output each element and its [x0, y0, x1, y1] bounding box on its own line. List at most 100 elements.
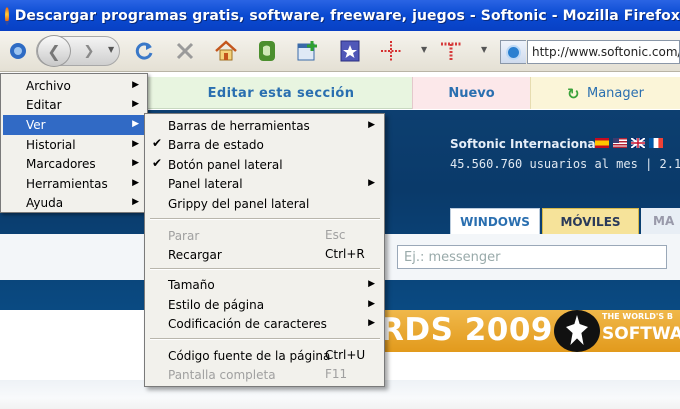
uk-flag-icon[interactable]	[631, 138, 645, 148]
refresh-arrows-icon: ↻	[567, 85, 580, 103]
submenu-arrow-icon: ▶	[132, 80, 139, 90]
menu-item-label: Ayuda	[26, 196, 64, 210]
nuevo-link[interactable]: Nuevo	[412, 77, 530, 109]
awards-tagline: THE WORLD'S B	[602, 312, 674, 321]
submenu-item-sidebar-button[interactable]: ✔ Botón panel lateral	[147, 155, 383, 174]
home-button[interactable]	[212, 37, 240, 65]
ver-submenu: Barras de herramientas ▶ ✔ Barra de estado…	[144, 113, 385, 387]
bookmark-star-icon	[340, 40, 360, 62]
submenu-item-page-style[interactable]: Estilo de página ▶	[147, 295, 383, 314]
menu-item-label: Archivo	[26, 79, 71, 93]
grid-dropdown-icon[interactable]: ▼	[421, 45, 427, 54]
manager-link[interactable]: ↻ Manager	[530, 77, 680, 109]
submenu-item-size[interactable]: Tamaño ▶	[147, 275, 383, 294]
evernote-icon	[259, 41, 275, 61]
spain-flag-icon[interactable]	[595, 138, 609, 148]
checkmark-icon: ✔	[152, 156, 163, 170]
t-letter-button[interactable]	[437, 37, 465, 65]
submenu-item-grippy[interactable]: Grippy del panel lateral	[147, 194, 383, 213]
menu-item-marcadores[interactable]: Marcadores ▶	[3, 154, 146, 174]
bottom-shadow	[0, 398, 680, 409]
menu-item-label: Editar	[26, 98, 62, 112]
menu-item-label: Ver	[26, 118, 46, 132]
submenu-arrow-icon: ▶	[132, 139, 139, 149]
intl-label: Softonic Internacional	[450, 137, 600, 151]
submenu-item-toolbars[interactable]: Barras de herramientas ▶	[147, 116, 383, 135]
shortcut-label: Ctrl+R	[325, 247, 365, 261]
submenu-item-sidebar[interactable]: Panel lateral ▶	[147, 174, 383, 193]
menu-item-herramientas[interactable]: Herramientas ▶	[3, 174, 146, 194]
url-bar[interactable]: http://www.softonic.com/	[527, 40, 680, 64]
menu-item-editar[interactable]: Editar ▶	[3, 95, 146, 115]
window-title: Descargar programas gratis, software, fr…	[14, 7, 680, 24]
menu-item-label: Historial	[26, 138, 76, 152]
site-identity-icon	[506, 44, 521, 60]
awards-banner[interactable]: RDS 2009 THE WORLD'S B SOFTWAR	[380, 310, 680, 352]
submenu-item-label: Botón panel lateral	[168, 157, 283, 172]
submenu-item-label: Barra de estado	[168, 137, 264, 152]
submenu-arrow-icon: ▶	[368, 279, 375, 289]
site-identity-button[interactable]	[500, 40, 526, 64]
home-icon	[215, 40, 237, 61]
t-letter-icon	[441, 42, 461, 60]
submenu-item-label: Barras de herramientas	[168, 118, 310, 133]
bookmark-star-button[interactable]	[336, 37, 364, 65]
submenu-arrow-icon: ▶	[368, 120, 375, 130]
grid-cross-icon	[381, 41, 401, 61]
awards-text: RDS 2009	[380, 312, 554, 348]
shortcut-label: Ctrl+U	[325, 348, 366, 362]
search-input[interactable]: Ej.: messenger	[397, 245, 667, 269]
forward-icon: ❯	[83, 43, 95, 59]
history-dropdown-icon[interactable]: ▼	[108, 45, 114, 54]
add-bookmark-button[interactable]	[294, 37, 322, 65]
edit-section-link[interactable]: Editar esta sección	[150, 77, 412, 109]
platform-tabs: WINDOWS MÓVILES MA	[450, 208, 680, 234]
submenu-arrow-icon: ▶	[132, 197, 139, 207]
menu-separator	[150, 218, 380, 220]
submenu-item-label: Grippy del panel lateral	[168, 196, 310, 211]
firefox-window: Descargar programas gratis, software, fr…	[0, 0, 680, 409]
submenu-item-page-source[interactable]: Código fuente de la página Ctrl+U	[147, 346, 383, 365]
submenu-item-encoding[interactable]: Codificación de caracteres ▶	[147, 314, 383, 333]
language-flags	[595, 138, 663, 148]
submenu-item-reload[interactable]: Recargar Ctrl+R	[147, 245, 383, 264]
tab-moviles[interactable]: MÓVILES	[542, 208, 639, 234]
main-menu: Archivo ▶ Editar ▶ Ver ▶ Historial ▶ Marcado…	[0, 73, 148, 213]
reload-button[interactable]	[130, 37, 158, 65]
menu-item-label: Marcadores	[26, 157, 96, 171]
checkmark-icon: ✔	[152, 136, 163, 150]
menu-item-ayuda[interactable]: Ayuda ▶	[3, 193, 146, 213]
page-menu-icon[interactable]	[4, 37, 32, 65]
menu-item-ver[interactable]: Ver ▶	[3, 115, 146, 135]
forward-button[interactable]: ❯	[76, 40, 102, 62]
stop-icon	[176, 42, 194, 60]
usa-flag-icon[interactable]	[613, 138, 627, 148]
stop-button[interactable]	[171, 37, 199, 65]
menu-separator	[150, 338, 380, 340]
awards-star-logo	[554, 310, 600, 352]
evernote-button[interactable]	[253, 37, 281, 65]
submenu-item-stop: Parar Esc	[147, 226, 383, 245]
shortcut-label: Esc	[325, 228, 346, 242]
menu-item-historial[interactable]: Historial ▶	[3, 135, 146, 155]
submenu-item-label: Tamaño	[168, 277, 215, 292]
submenu-arrow-icon: ▶	[132, 119, 139, 129]
menu-item-archivo[interactable]: Archivo ▶	[3, 76, 146, 96]
tab-windows[interactable]: WINDOWS	[450, 208, 540, 234]
grid-cross-button[interactable]	[377, 37, 405, 65]
t-dropdown-icon[interactable]: ▼	[481, 45, 487, 54]
submenu-arrow-icon: ▶	[368, 318, 375, 328]
back-button[interactable]: ❮	[37, 35, 71, 67]
submenu-arrow-icon: ▶	[132, 158, 139, 168]
submenu-item-label: Código fuente de la página	[168, 348, 331, 363]
submenu-item-label: Recargar	[168, 247, 222, 262]
tab-mac[interactable]: MA	[641, 208, 680, 234]
back-icon: ❮	[47, 41, 61, 61]
menu-item-label: Herramientas	[26, 177, 108, 191]
reload-icon	[135, 42, 153, 60]
submenu-item-label: Codificación de caracteres	[168, 316, 327, 331]
france-flag-icon[interactable]	[649, 138, 663, 148]
submenu-item-statusbar[interactable]: ✔ Barra de estado	[147, 135, 383, 154]
submenu-item-label: Parar	[168, 228, 200, 243]
shortcut-label: F11	[325, 367, 348, 381]
